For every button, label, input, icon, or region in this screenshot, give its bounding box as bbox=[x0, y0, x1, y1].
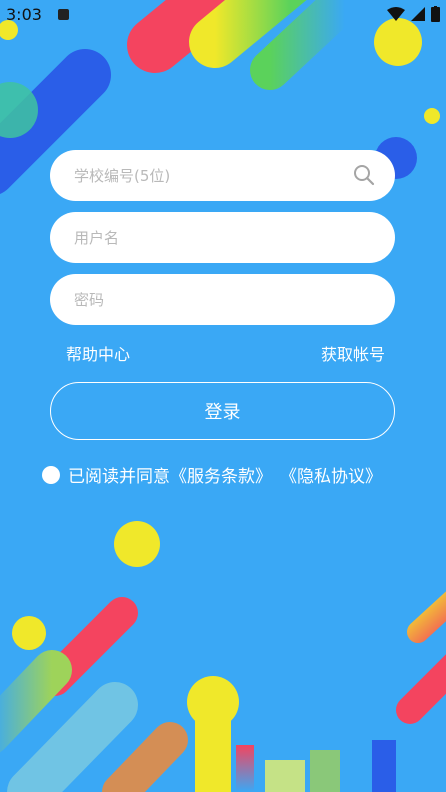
status-bar: 3:03 bbox=[0, 0, 446, 30]
search-icon[interactable] bbox=[353, 164, 375, 186]
username-field[interactable]: 用户名 bbox=[50, 212, 395, 263]
status-time: 3:03 bbox=[6, 5, 42, 24]
privacy-link[interactable]: 《隐私协议》 bbox=[280, 462, 382, 487]
agreement-row: 已阅读并同意 《服务条款》 《隐私协议》 bbox=[42, 462, 382, 487]
agreement-text: 已阅读并同意 bbox=[68, 467, 170, 487]
wifi-icon bbox=[387, 7, 405, 21]
terms-link[interactable]: 《服务条款》 bbox=[170, 462, 272, 487]
login-button[interactable]: 登录 bbox=[50, 382, 395, 440]
agree-radio[interactable] bbox=[42, 465, 60, 484]
help-center-link[interactable]: 帮助中心 bbox=[66, 341, 130, 365]
password-field[interactable]: 密码 bbox=[50, 274, 395, 325]
username-placeholder: 用户名 bbox=[74, 229, 120, 247]
school-code-placeholder: 学校编号(5位) bbox=[74, 167, 171, 185]
battery-icon bbox=[431, 6, 440, 22]
login-button-label: 登录 bbox=[204, 402, 241, 423]
status-icons bbox=[387, 6, 440, 22]
school-code-field[interactable]: 学校编号(5位) bbox=[50, 150, 395, 201]
signal-icon bbox=[411, 7, 425, 21]
get-account-link[interactable]: 获取帐号 bbox=[321, 341, 385, 365]
password-placeholder: 密码 bbox=[74, 291, 105, 309]
notification-icon bbox=[58, 9, 69, 20]
